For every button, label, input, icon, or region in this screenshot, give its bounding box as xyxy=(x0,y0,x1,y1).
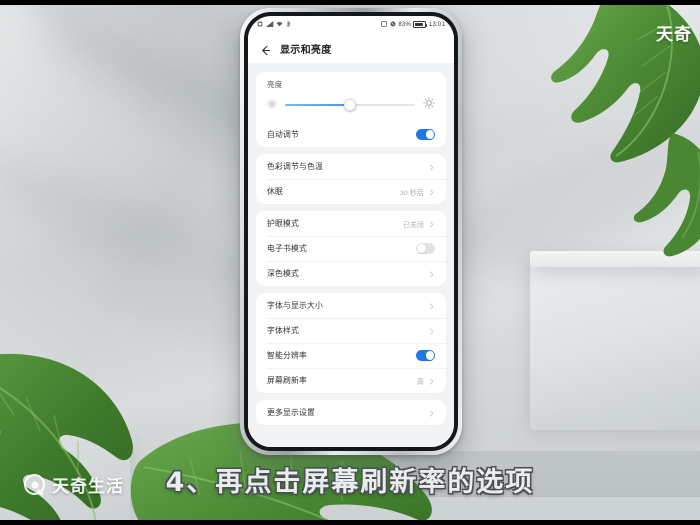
row-value: 已关闭 xyxy=(403,221,424,229)
toggle-switch[interactable] xyxy=(416,350,435,361)
row-title: 智能分辨率 xyxy=(267,351,307,360)
bluetooth-icon xyxy=(286,20,291,29)
battery-icon xyxy=(413,21,428,28)
row-control[interactable] xyxy=(428,297,435,315)
settings-row[interactable]: 护眼模式 已关闭 xyxy=(256,211,446,236)
settings-row[interactable]: 屏幕刷新率 高 xyxy=(256,368,446,393)
row-control[interactable] xyxy=(428,322,435,340)
status-bar: 83% 13:01 xyxy=(248,16,454,33)
settings-row[interactable]: 休眠 30 秒后 xyxy=(256,179,446,204)
brightness-slider-fill xyxy=(285,103,350,107)
chevron-right-icon xyxy=(428,158,435,176)
row-value: 30 秒后 xyxy=(399,189,424,197)
row-value: 高 xyxy=(417,378,424,386)
row-title: 休眠 xyxy=(267,187,283,196)
row-title: 色彩调节与色温 xyxy=(267,162,323,171)
mute-icon xyxy=(390,20,396,29)
settings-row[interactable]: 更多显示设置 xyxy=(256,400,446,425)
row-control[interactable] xyxy=(428,158,435,176)
sim-card-icon xyxy=(257,21,263,29)
toggle-auto-brightness[interactable] xyxy=(416,129,435,140)
screenshot-stage: 83% 13:01 显示和亮度 亮度 自动调节 色彩调节与色温 休眠 30 秒后… xyxy=(0,0,700,525)
brightness-slider-track[interactable] xyxy=(285,99,415,111)
row-control[interactable]: 已关闭 xyxy=(403,215,435,233)
settings-row[interactable]: 字体与显示大小 xyxy=(256,293,446,318)
chevron-right-icon xyxy=(428,265,435,283)
brightness-card: 亮度 自动调节 xyxy=(256,72,446,147)
settings-row[interactable]: 深色模式 xyxy=(256,261,446,286)
letterbox-top xyxy=(0,0,700,5)
row-control[interactable] xyxy=(428,404,435,422)
settings-card: 色彩调节与色温 休眠 30 秒后 xyxy=(256,154,446,204)
settings-card: 护眼模式 已关闭电子书模式深色模式 xyxy=(256,211,446,286)
row-control[interactable]: 30 秒后 xyxy=(400,183,435,201)
chevron-right-icon xyxy=(428,322,435,340)
settings-groups: 色彩调节与色温 休眠 30 秒后护眼模式 已关闭电子书模式深色模式字体与显示大小 字体样… xyxy=(248,154,454,425)
watermark-brand-label: 天奇生活 xyxy=(52,477,124,497)
phone-screen: 83% 13:01 显示和亮度 亮度 自动调节 色彩调节与色温 休眠 30 秒后… xyxy=(248,16,454,447)
settings-row[interactable]: 智能分辨率 xyxy=(256,343,446,368)
monstera-leaf-right xyxy=(610,130,700,260)
brightness-label: 亮度 xyxy=(267,80,283,89)
letterbox-bottom xyxy=(0,520,700,525)
page-title: 显示和亮度 xyxy=(280,44,332,56)
chevron-right-icon xyxy=(428,215,435,233)
battery-percent-label: 83% xyxy=(398,21,411,28)
settings-row[interactable]: 电子书模式 xyxy=(256,236,446,261)
watermark-bottom-left: 天奇生活 xyxy=(24,472,124,497)
settings-row[interactable]: 字体样式 xyxy=(256,318,446,343)
brightness-slider-thumb[interactable] xyxy=(344,99,356,111)
row-title: 字体样式 xyxy=(267,326,299,335)
chevron-right-icon xyxy=(428,297,435,315)
back-arrow-icon[interactable] xyxy=(260,43,271,55)
row-control[interactable] xyxy=(428,265,435,283)
row-control[interactable] xyxy=(416,129,435,140)
row-auto-brightness[interactable]: 自动调节 xyxy=(256,122,446,147)
row-title: 屏幕刷新率 xyxy=(267,376,307,385)
page-navbar: 显示和亮度 xyxy=(248,33,454,63)
toggle-switch[interactable] xyxy=(416,243,435,254)
brightness-slider-row[interactable] xyxy=(256,92,446,122)
circle-q-logo-icon xyxy=(24,474,45,495)
sun-small-icon xyxy=(267,96,277,114)
alarm-icon xyxy=(381,20,388,29)
settings-card: 字体与显示大小 字体样式智能分辨率屏幕刷新率 高 xyxy=(256,293,446,393)
clock-label: 13:01 xyxy=(428,21,445,28)
settings-row[interactable]: 色彩调节与色温 xyxy=(256,154,446,179)
smartphone-device: 83% 13:01 显示和亮度 亮度 自动调节 色彩调节与色温 休眠 30 秒后… xyxy=(240,8,462,455)
row-title: 自动调节 xyxy=(267,130,299,139)
row-title: 更多显示设置 xyxy=(267,408,315,417)
signal-bars-icon xyxy=(265,20,274,29)
row-title: 电子书模式 xyxy=(267,244,307,253)
watermark-top-right: 天奇 xyxy=(656,25,692,45)
wifi-icon xyxy=(276,21,283,29)
row-control[interactable] xyxy=(416,243,435,254)
sun-large-icon xyxy=(423,96,435,114)
status-bar-left xyxy=(257,20,291,29)
row-title: 护眼模式 xyxy=(267,219,299,228)
row-control[interactable] xyxy=(416,350,435,361)
status-bar-right: 83% 13:01 xyxy=(381,20,445,29)
row-title: 字体与显示大小 xyxy=(267,301,323,310)
row-control[interactable]: 高 xyxy=(417,372,435,390)
chevron-right-icon xyxy=(428,404,435,422)
settings-card: 更多显示设置 xyxy=(256,400,446,425)
row-title: 深色模式 xyxy=(267,269,299,278)
settings-scroll-area[interactable]: 亮度 自动调节 色彩调节与色温 休眠 30 秒后 护眼模式 已关闭 电子书模式 … xyxy=(248,63,454,447)
chevron-right-icon xyxy=(428,183,435,201)
phone-bezel: 83% 13:01 显示和亮度 亮度 自动调节 色彩调节与色温 休眠 30 秒后… xyxy=(244,12,458,451)
chevron-right-icon xyxy=(428,372,435,390)
